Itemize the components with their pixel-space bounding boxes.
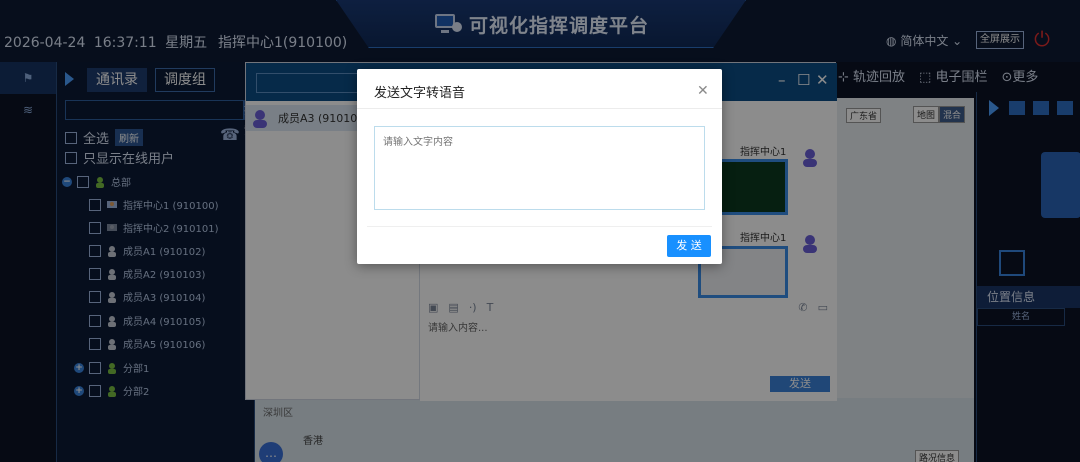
divider — [367, 226, 712, 227]
dialog-title: 发送文字转语音 — [374, 86, 466, 101]
tts-dialog: 发送文字转语音 ✕ 发 送 — [357, 69, 722, 264]
close-icon[interactable]: ✕ — [697, 83, 709, 99]
tts-text-input[interactable] — [374, 126, 705, 210]
send-button[interactable]: 发 送 — [667, 235, 711, 257]
divider — [357, 108, 722, 109]
